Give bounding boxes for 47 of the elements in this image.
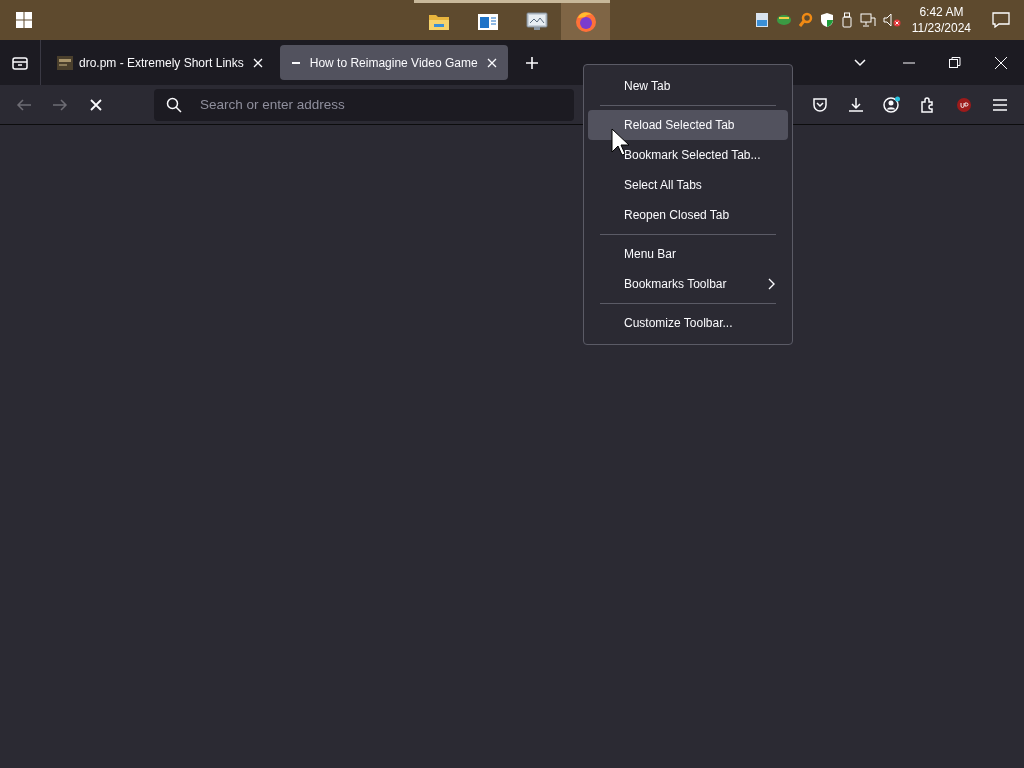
menu-item[interactable]: Reopen Closed Tab (588, 200, 788, 230)
clock-date: 11/23/2024 (911, 20, 971, 37)
menu-icon (992, 97, 1008, 112)
download-icon (848, 96, 864, 113)
app-window-icon (476, 12, 499, 31)
puzzle-icon (920, 96, 936, 113)
clock-time: 6:42 AM (918, 3, 965, 20)
extension-badge-icon (956, 96, 972, 113)
loading-icon (291, 61, 300, 64)
tab-title: How to Reimagine Video Game (309, 54, 478, 72)
menu-item[interactable]: Select All Tabs (588, 170, 788, 200)
menu-item[interactable]: New Tab (588, 71, 788, 101)
minimize-icon (902, 61, 916, 64)
windows-start-icon[interactable] (16, 12, 32, 28)
search-icon (166, 96, 182, 113)
muted-speaker-icon[interactable] (882, 12, 901, 28)
plus-icon (524, 55, 539, 70)
close-icon (89, 97, 103, 112)
account-icon (883, 95, 901, 114)
tab-title: dro.pm - Extremely Short Links (79, 54, 244, 72)
notification-icon[interactable] (992, 12, 1010, 28)
monitor-icon (524, 11, 549, 32)
browser-tab[interactable]: How to Reimagine Video Game (279, 45, 508, 80)
magnifier-icon[interactable] (798, 12, 813, 28)
browser-tab[interactable]: dro.pm - Extremely Short Links (49, 45, 274, 80)
menu-item[interactable]: Menu Bar (588, 239, 788, 269)
close-icon (252, 57, 263, 68)
back-arrow-icon (16, 97, 32, 112)
folder-icon (427, 12, 450, 31)
close-icon (994, 55, 1008, 70)
forward-arrow-icon (52, 97, 68, 112)
restore-icon (948, 55, 962, 70)
menu-item[interactable]: Reload Selected Tab (588, 110, 788, 140)
globe-icon[interactable] (775, 13, 792, 27)
menu-item[interactable]: Bookmark Selected Tab... (588, 140, 788, 170)
close-icon (486, 57, 497, 68)
tray-app-icon[interactable] (754, 12, 769, 28)
shield-icon[interactable] (819, 12, 834, 28)
menu-item[interactable]: Customize Toolbar... (588, 308, 788, 338)
network-icon[interactable] (859, 12, 876, 28)
browser-icon (573, 9, 598, 34)
pocket-icon (812, 96, 828, 113)
menu-item[interactable]: Bookmarks Toolbar (588, 269, 788, 299)
address-field[interactable]: Search or enter address (154, 88, 574, 121)
tray-icon (11, 54, 29, 71)
site-favicon (57, 55, 73, 70)
usb-drive-icon[interactable] (840, 12, 853, 28)
